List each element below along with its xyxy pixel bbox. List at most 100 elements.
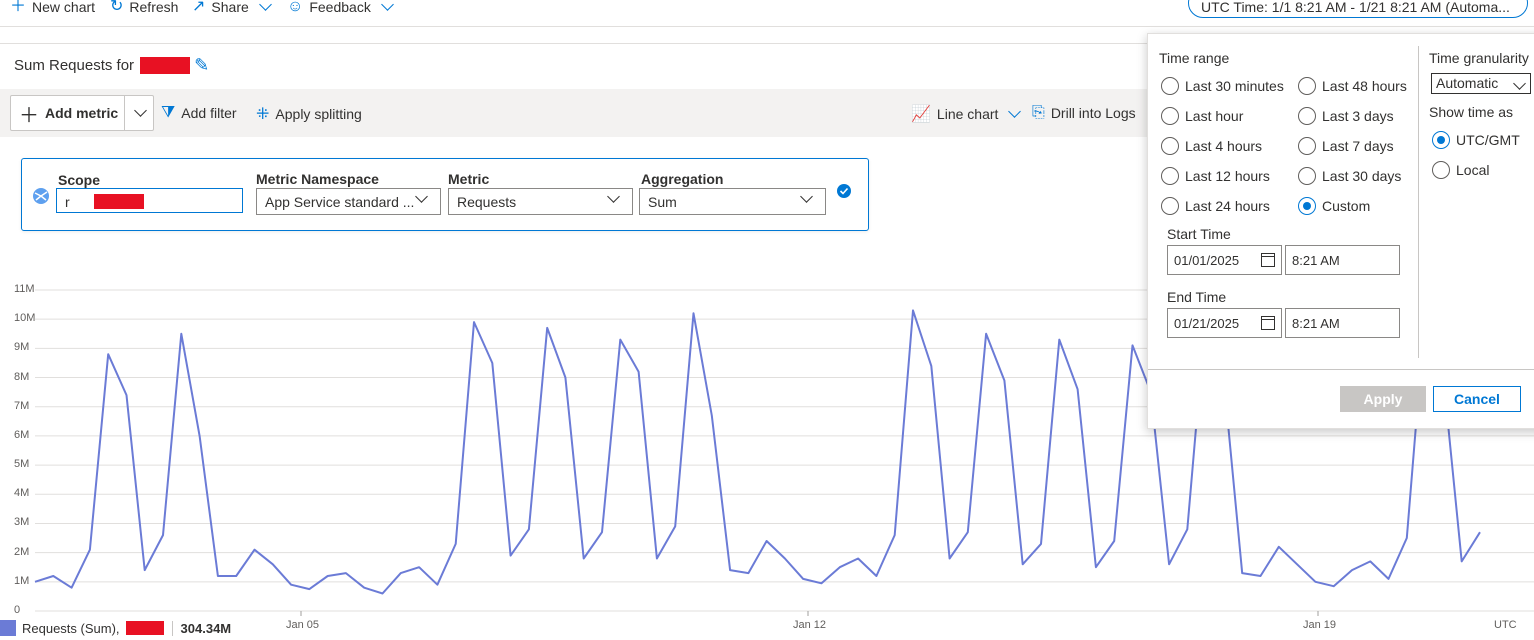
- y-tick-label: 1M: [14, 574, 30, 587]
- namespace-select[interactable]: App Service standard ...: [256, 188, 441, 215]
- metric-select[interactable]: Requests: [448, 188, 633, 215]
- globe-icon: [33, 188, 49, 204]
- time-range-title: Time range: [1159, 50, 1230, 66]
- radio-circle-selected: [1432, 131, 1450, 149]
- time-range-pill[interactable]: UTC Time: 1/1 8:21 AM - 1/21 8:21 AM (Au…: [1188, 0, 1528, 18]
- radio-last-hour[interactable]: Last hour: [1161, 107, 1243, 125]
- x-tick-label: UTC: [1494, 619, 1517, 631]
- plus-icon: ＋: [10, 0, 27, 15]
- radio-circle: [1161, 167, 1179, 185]
- add-metric-dropdown[interactable]: [125, 104, 153, 117]
- legend-total: 304.34M: [171, 620, 231, 636]
- y-tick-label: 9M: [14, 341, 30, 354]
- legend-swatch: [0, 620, 16, 636]
- end-time-label: End Time: [1167, 289, 1227, 305]
- scope-input[interactable]: r: [56, 188, 243, 213]
- drill-into-logs-button[interactable]: ⎘ Drill into Logs: [1032, 104, 1136, 122]
- refresh-button[interactable]: ↻ Refresh: [110, 0, 178, 17]
- y-tick-label: 5M: [14, 458, 30, 471]
- y-tick-label: 7M: [14, 399, 30, 412]
- new-chart-button[interactable]: ＋ New chart: [10, 0, 95, 17]
- redacted-block: [94, 194, 144, 209]
- share-button[interactable]: ↗ Share: [192, 0, 274, 17]
- divider: [1418, 46, 1419, 358]
- chart-legend[interactable]: Requests (Sum), 304.34M: [0, 620, 231, 636]
- time-range-flyout: Time range Last 30 minutes Last hour Las…: [1147, 33, 1534, 429]
- radio-last-3-days[interactable]: Last 3 days: [1298, 107, 1394, 125]
- chevron-down-icon: [607, 190, 620, 203]
- radio-circle: [1298, 137, 1316, 155]
- radio-last-12-hours[interactable]: Last 12 hours: [1161, 167, 1270, 185]
- line-chart-button[interactable]: 📈 Line chart: [911, 104, 1023, 124]
- radio-circle: [1298, 107, 1316, 125]
- radio-last-30-days[interactable]: Last 30 days: [1298, 167, 1401, 185]
- y-tick-label: 0: [14, 604, 21, 616]
- metric-selector-card: Scope r Metric Namespace App Service sta…: [21, 158, 869, 231]
- calendar-icon[interactable]: [1261, 316, 1275, 330]
- radio-last-48-hours[interactable]: Last 48 hours: [1298, 77, 1407, 95]
- y-tick-label: 6M: [14, 428, 30, 441]
- cancel-button[interactable]: Cancel: [1433, 386, 1521, 412]
- y-tick-label: 3M: [14, 516, 30, 529]
- checkmark-icon[interactable]: [837, 184, 851, 198]
- radio-custom[interactable]: Custom: [1298, 197, 1370, 215]
- chevron-down-icon: [133, 104, 147, 117]
- radio-circle: [1298, 167, 1316, 185]
- radio-last-7-days[interactable]: Last 7 days: [1298, 137, 1394, 155]
- chevron-down-icon: [415, 190, 428, 203]
- radio-circle-selected: [1298, 197, 1316, 215]
- time-granularity-label: Time granularity: [1429, 50, 1529, 66]
- metric-label: Metric: [448, 171, 490, 187]
- radio-last-30-minutes[interactable]: Last 30 minutes: [1161, 77, 1284, 95]
- add-filter-button[interactable]: ⧩ Add filter: [161, 104, 237, 122]
- y-tick-label: 11M: [14, 283, 35, 295]
- start-date-input[interactable]: 01/01/2025: [1167, 245, 1282, 275]
- end-time-input[interactable]: 8:21 AM: [1285, 308, 1400, 338]
- add-metric-main[interactable]: ＋ Add metric: [11, 99, 124, 128]
- apply-button[interactable]: Apply: [1340, 386, 1426, 412]
- y-tick-label: 2M: [14, 545, 30, 558]
- x-tick-label: Jan 05: [286, 619, 320, 631]
- radio-local[interactable]: Local: [1432, 161, 1489, 179]
- feedback-button[interactable]: ☺ Feedback: [287, 0, 396, 17]
- divider: [1148, 369, 1534, 370]
- calendar-icon[interactable]: [1261, 253, 1275, 267]
- radio-last-4-hours[interactable]: Last 4 hours: [1161, 137, 1262, 155]
- aggregation-select[interactable]: Sum: [639, 188, 826, 215]
- splitting-icon: ⁜: [256, 106, 270, 123]
- logs-icon: ⎘: [1032, 104, 1045, 121]
- radio-circle: [1161, 77, 1179, 95]
- radio-circle: [1432, 161, 1450, 179]
- radio-circle: [1161, 137, 1179, 155]
- radio-circle: [1298, 77, 1316, 95]
- scope-label: Scope: [58, 172, 101, 188]
- radio-circle: [1161, 197, 1179, 215]
- chevron-down-icon: [380, 0, 394, 11]
- y-tick-label: 10M: [14, 312, 36, 325]
- aggregation-label: Aggregation: [641, 171, 724, 187]
- radio-circle: [1161, 107, 1179, 125]
- show-time-as-label: Show time as: [1429, 104, 1514, 120]
- apply-splitting-button[interactable]: ⁜ Apply splitting: [256, 104, 362, 124]
- radio-last-24-hours[interactable]: Last 24 hours: [1161, 197, 1270, 215]
- radio-utc-gmt[interactable]: UTC/GMT: [1432, 131, 1520, 149]
- chevron-down-icon: [1513, 77, 1526, 90]
- namespace-label: Metric Namespace: [256, 171, 379, 187]
- start-time-input[interactable]: 8:21 AM: [1285, 245, 1400, 275]
- end-date-input[interactable]: 01/21/2025: [1167, 308, 1282, 338]
- time-granularity-select[interactable]: Automatic: [1431, 73, 1531, 94]
- refresh-icon: ↻: [110, 0, 124, 15]
- add-metric-button[interactable]: ＋ Add metric: [10, 95, 154, 131]
- redacted-block: [140, 57, 191, 74]
- chevron-down-icon: [1008, 105, 1022, 118]
- chevron-down-icon: [258, 0, 272, 11]
- plus-icon: ＋: [19, 104, 39, 127]
- edit-pencil-icon[interactable]: ✎: [194, 55, 209, 76]
- start-time-label: Start Time: [1167, 226, 1231, 242]
- y-tick-label: 8M: [14, 370, 30, 383]
- smiley-icon: ☺: [287, 0, 304, 15]
- share-icon: ↗: [192, 0, 206, 15]
- x-tick-label: Jan 12: [793, 619, 827, 631]
- y-tick-label: 4M: [14, 487, 30, 500]
- filter-icon: ⧩: [161, 104, 176, 121]
